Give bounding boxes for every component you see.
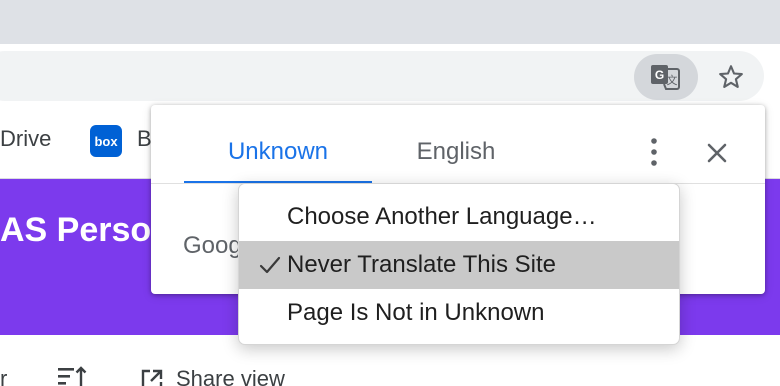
tab-unknown[interactable]: Unknown [184, 105, 372, 184]
page-toolbar-text: r [0, 366, 8, 386]
svg-text:文: 文 [667, 73, 678, 87]
star-icon [719, 65, 743, 88]
browser-window: G 文 Drive box B AS Person r Share view U… [0, 0, 780, 386]
check-icon [259, 256, 281, 274]
box-icon-text: box [94, 133, 118, 149]
tab-strip [0, 0, 780, 44]
box-icon[interactable]: box [90, 125, 122, 157]
bookmark-drive[interactable]: Drive [0, 126, 51, 152]
banner-title: AS Person [0, 211, 172, 249]
menu-item-label: Never Translate This Site [287, 251, 557, 278]
share-icon[interactable] [140, 368, 164, 386]
share-view-button[interactable]: Share view [176, 366, 285, 386]
tab-english[interactable]: English [372, 105, 540, 184]
translate-icon: G 文 [651, 65, 680, 90]
sort-icon[interactable] [58, 366, 88, 386]
menu-item-never-translate-site[interactable]: Never Translate This Site [239, 241, 679, 289]
google-translate-branding: Goog [183, 232, 242, 259]
bookmark-star-button[interactable] [712, 58, 750, 96]
svg-text:G: G [655, 68, 664, 82]
menu-item-label: Choose Another Language… [287, 203, 597, 230]
close-icon[interactable] [703, 139, 731, 167]
language-tabs: Unknown English [184, 105, 540, 184]
more-vert-icon[interactable] [641, 135, 667, 169]
menu-item-choose-language[interactable]: Choose Another Language… [239, 193, 679, 241]
menu-item-page-not-in-language[interactable]: Page Is Not in Unknown [239, 289, 679, 337]
bookmark-b[interactable]: B [137, 126, 152, 152]
translate-options-menu: Choose Another Language… Never Translate… [238, 183, 680, 345]
translate-button[interactable]: G 文 [634, 54, 698, 100]
menu-item-label: Page Is Not in Unknown [287, 299, 545, 326]
